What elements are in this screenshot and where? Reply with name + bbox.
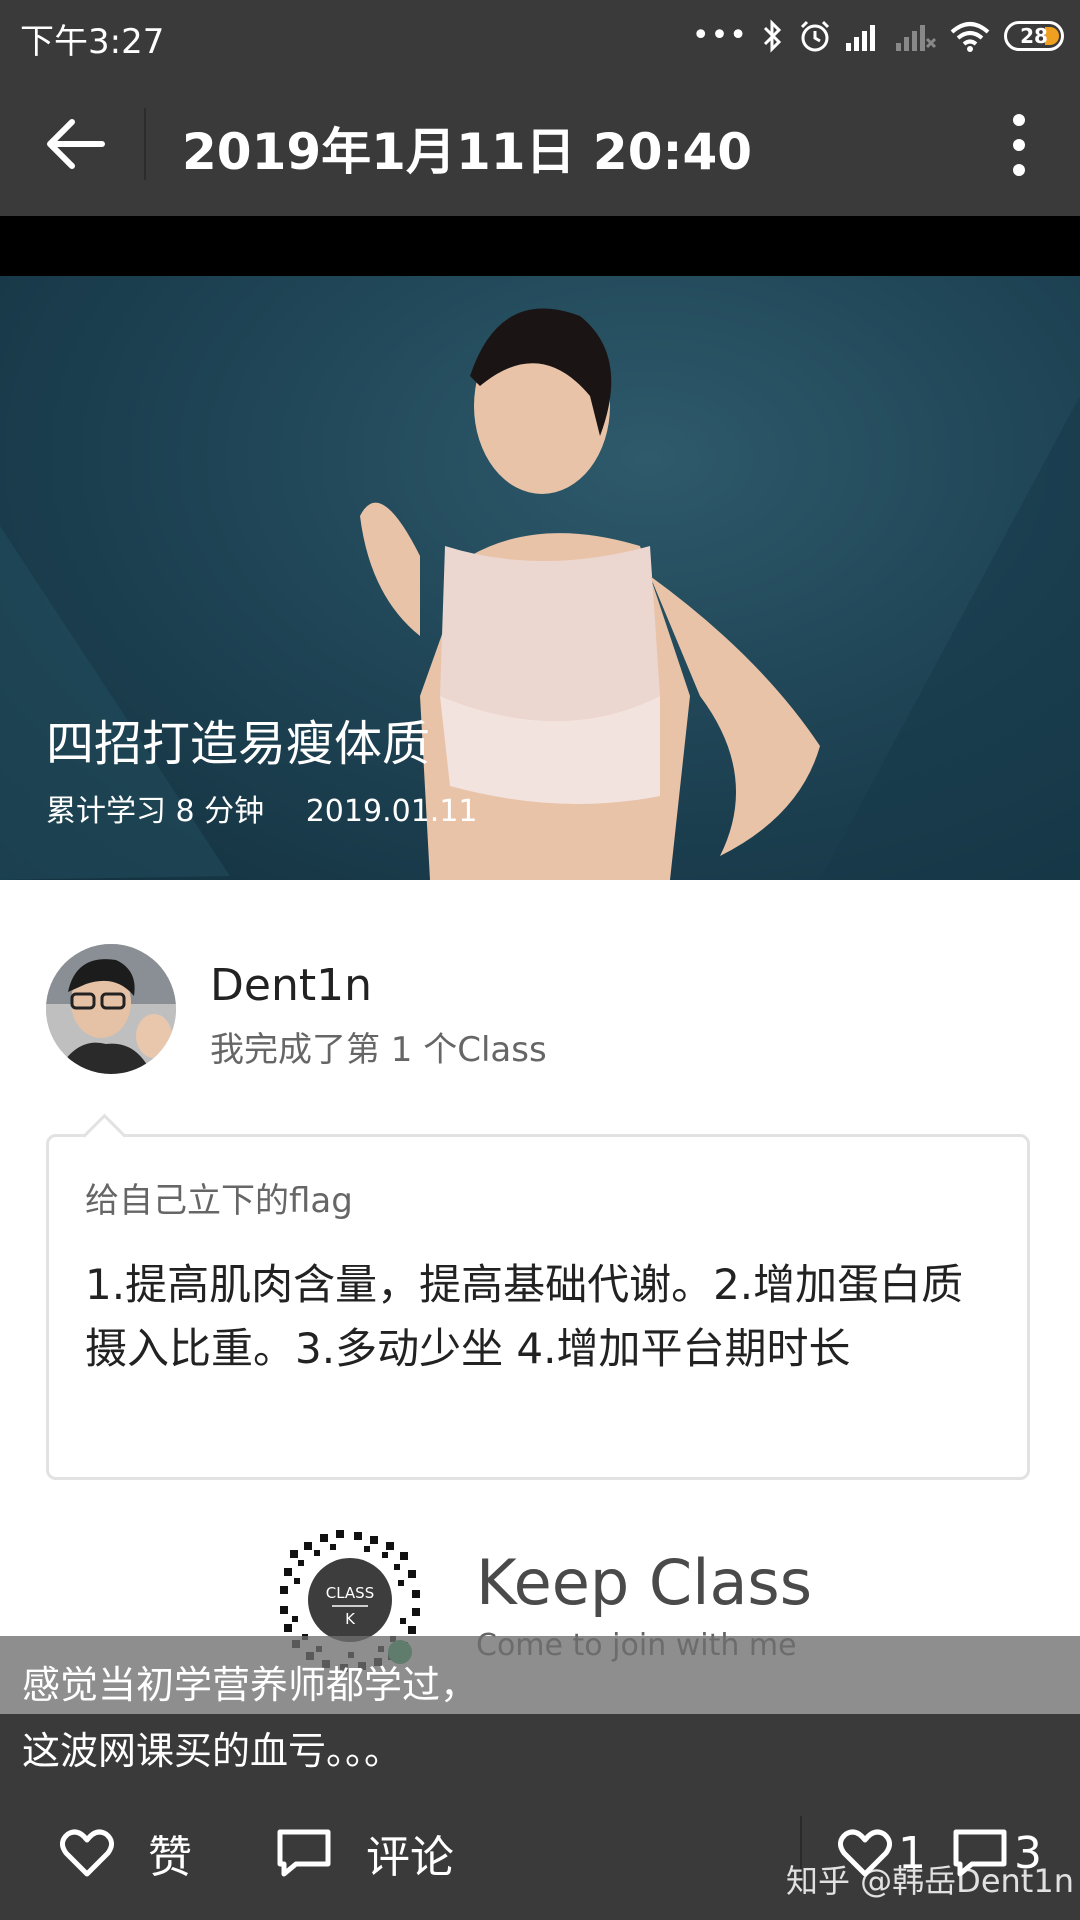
flag-label: 给自己立下的flag: [85, 1181, 353, 1221]
watermark: 知乎 @韩岳Dent1n: [786, 1862, 1074, 1900]
caption-overlay: 感觉当初学营养师都学过， 这波网课买的血亏。。。: [0, 1636, 1080, 1786]
signal-icon: [846, 25, 875, 51]
app-bar: 2019年1月11日 20:40: [0, 72, 1080, 216]
comment-label: 评论: [366, 1832, 454, 1883]
brand-name: Keep Class: [476, 1546, 813, 1619]
post-message: 我完成了第 1 个Class: [210, 1030, 547, 1070]
qr-logo-bottom: K: [345, 1610, 356, 1628]
app-bar-divider: [144, 108, 146, 180]
caption-line-2: 这波网课买的血亏。。。: [22, 1729, 403, 1773]
qr-logo-top: CLASS: [326, 1584, 374, 1602]
flag-text: 1.提高肌肉含量，提高基础代谢。2.增加蛋白质摄入比重。3.多动少坐 4.增加平…: [85, 1260, 964, 1373]
bluetooth-icon: [763, 19, 782, 53]
comment-button[interactable]: 评论: [276, 1820, 454, 1886]
card-pointer: [82, 1113, 127, 1158]
avatar-image: [46, 944, 176, 1074]
like-label: 赞: [148, 1832, 192, 1883]
alarm-icon: [800, 20, 830, 52]
more-vertical-icon[interactable]: [1004, 114, 1034, 176]
battery-icon: 28: [1004, 21, 1064, 51]
status-time: 下午3:27: [20, 22, 165, 62]
like-button[interactable]: 赞: [60, 1820, 192, 1886]
course-title: 四招打造易瘦体质: [46, 716, 431, 772]
media-top-band: [0, 216, 1080, 276]
avatar[interactable]: [46, 944, 176, 1074]
wifi-icon: [950, 22, 990, 52]
caption-line-1: 感觉当初学营养师都学过，: [22, 1663, 479, 1707]
back-arrow-icon[interactable]: [44, 116, 108, 172]
signal-disabled-icon: [896, 25, 936, 51]
course-study-time: 累计学习 8 分钟: [46, 794, 265, 829]
heart-icon: [60, 1829, 114, 1877]
bottom-action-bar: 赞 评论 1 3 知乎 @韩岳Dent1n: [0, 1786, 1080, 1920]
course-cover[interactable]: 四招打造易瘦体质 累计学习 8 分钟 2019.01.11: [0, 276, 1080, 880]
page-title: 2019年1月11日 20:40: [182, 123, 753, 181]
flag-card: 给自己立下的flag 1.提高肌肉含量，提高基础代谢。2.增加蛋白质摄入比重。3…: [46, 1113, 1030, 1480]
comment-icon: [277, 1829, 331, 1877]
course-meta: 累计学习 8 分钟 2019.01.11: [46, 786, 478, 830]
post-username[interactable]: Dent1n: [210, 960, 372, 1011]
battery-level: 28: [1020, 24, 1048, 48]
status-icons: ••• 28: [692, 16, 1064, 56]
more-dots-icon: •••: [691, 18, 748, 53]
course-date: 2019.01.11: [305, 794, 478, 829]
status-bar: 下午3:27 ••• 28: [0, 0, 1080, 72]
